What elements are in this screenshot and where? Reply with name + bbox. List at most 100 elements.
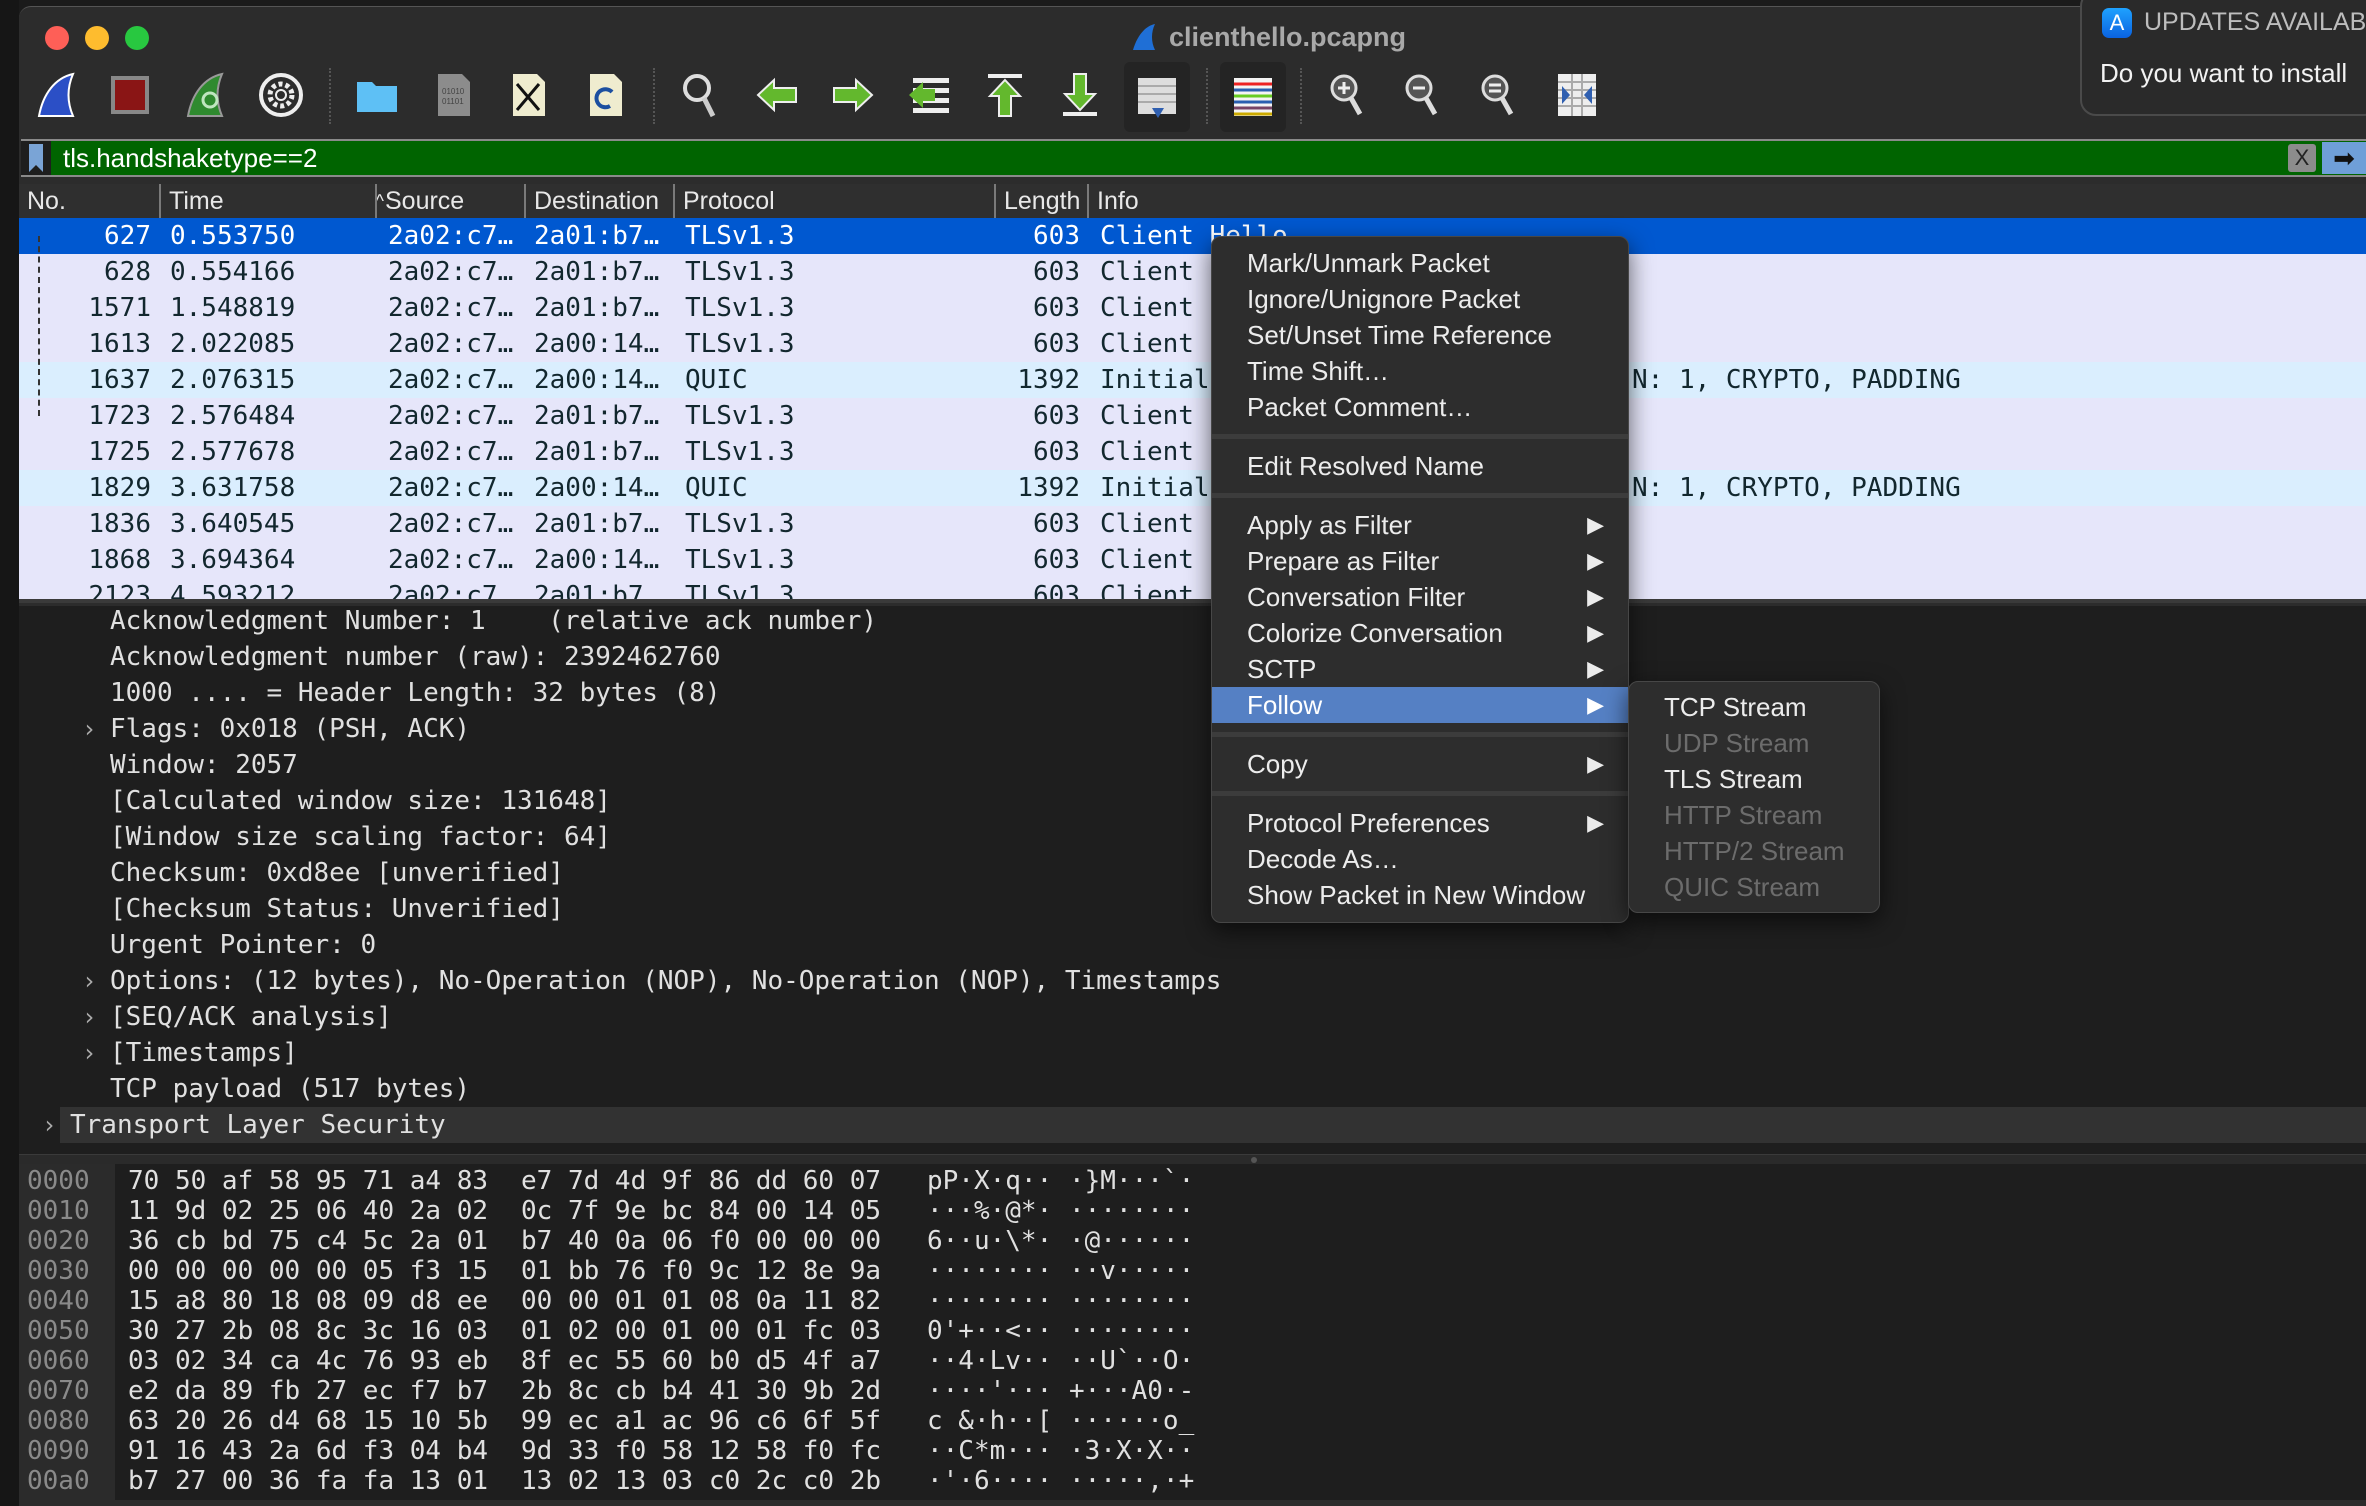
hex-ascii[interactable]: c &·h··[ <box>927 1406 1052 1436</box>
hex-bytes[interactable]: 9d 33 f0 58 12 58 f0 fc <box>521 1436 881 1466</box>
close-window-button[interactable] <box>45 26 69 50</box>
expand-arrow-icon[interactable]: › <box>82 1035 96 1071</box>
detail-line[interactable]: Acknowledgment number (raw): 2392462760 <box>110 639 720 675</box>
stop-capture-button[interactable] <box>103 68 157 122</box>
hex-offset[interactable]: 00a0 <box>27 1466 90 1496</box>
hex-ascii[interactable]: ·'·6···· <box>927 1466 1052 1496</box>
packet-row[interactable]: 1613 2.022085 2a02:c7… 2a00:14… TLSv1.3 603 Cl… <box>19 326 2366 362</box>
menu-item-conversation-filter[interactable]: Conversation Filter ▶ <box>1212 579 1628 615</box>
submenu-item-tls-stream[interactable]: TLS Stream <box>1629 761 1879 797</box>
go-to-packet-button[interactable] <box>903 68 957 122</box>
menu-item-edit-resolved-name[interactable]: Edit Resolved Name <box>1212 448 1628 484</box>
open-file-button[interactable] <box>350 68 404 122</box>
detail-line[interactable]: 1000 .... = Header Length: 32 bytes (8) <box>110 675 720 711</box>
hex-bytes[interactable]: e2 da 89 fb 27 ec f7 b7 <box>128 1376 488 1406</box>
hex-ascii[interactable]: ··4·Lv·· <box>927 1346 1052 1376</box>
hex-bytes[interactable]: 0c 7f 9e bc 84 00 14 05 <box>521 1196 881 1226</box>
hex-ascii[interactable]: ········ <box>927 1286 1052 1316</box>
capture-options-button[interactable] <box>254 68 308 122</box>
hex-ascii[interactable]: ········ <box>1069 1286 1194 1316</box>
hex-offset[interactable]: 0040 <box>27 1286 90 1316</box>
menu-item-protocol-preferences[interactable]: Protocol Preferences ▶ <box>1212 805 1628 841</box>
menu-item-set-unset-time-reference[interactable]: Set/Unset Time Reference <box>1212 317 1628 353</box>
packet-row[interactable]: 2123 4.593212 2a02:c7… 2a01:b7… TLSv1.3 603 Cl… <box>19 578 2366 599</box>
normal-size-button[interactable] <box>1473 68 1527 122</box>
hex-bytes[interactable]: 11 9d 02 25 06 40 2a 02 <box>128 1196 488 1226</box>
detail-line[interactable]: [SEQ/ACK analysis] <box>110 999 392 1035</box>
packet-bytes-pane[interactable]: 0000 70 50 af 58 95 71 a4 83 e7 7d 4d 9f 8… <box>19 1164 2366 1500</box>
hex-bytes[interactable]: b7 40 0a 06 f0 00 00 00 <box>521 1226 881 1256</box>
packet-details-pane[interactable]: Acknowledgment Number: 1 (relative ack n… <box>19 606 2366 1154</box>
packet-row[interactable]: 1571 1.548819 2a02:c7… 2a01:b7… TLSv1.3 603 Cl… <box>19 290 2366 326</box>
hex-ascii[interactable]: ·@······ <box>1069 1226 1194 1256</box>
packet-list[interactable]: 627 0.553750 2a02:c7… 2a01:b7… TLSv1.3 603 Cli… <box>19 218 2366 603</box>
detail-line[interactable]: Flags: 0x018 (PSH, ACK) <box>110 711 470 747</box>
hex-bytes[interactable]: 13 02 13 03 c0 2c c0 2b <box>521 1466 881 1496</box>
menu-item-show-packet-in-new-window[interactable]: Show Packet in New Window <box>1212 877 1628 913</box>
first-packet-button[interactable] <box>978 68 1032 122</box>
apply-filter-button[interactable]: ➡ <box>2322 142 2366 174</box>
hex-ascii[interactable]: 0'+··<·· <box>927 1316 1052 1346</box>
hex-offset[interactable]: 0060 <box>27 1346 90 1376</box>
hex-offset[interactable]: 0020 <box>27 1226 90 1256</box>
zoom-in-button[interactable] <box>1322 68 1376 122</box>
update-notification[interactable]: A UPDATES AVAILABL Do you want to instal… <box>2080 0 2366 116</box>
hex-offset[interactable]: 0030 <box>27 1256 90 1286</box>
column-header-protocol[interactable]: Protocol <box>673 184 775 218</box>
hex-bytes[interactable]: 36 cb bd 75 c4 5c 2a 01 <box>128 1226 488 1256</box>
hex-bytes[interactable]: 01 bb 76 f0 9c 12 8e 9a <box>521 1256 881 1286</box>
minimize-window-button[interactable] <box>85 26 109 50</box>
hex-offset[interactable]: 0090 <box>27 1436 90 1466</box>
hex-ascii[interactable]: pP·X·q·· <box>927 1166 1052 1196</box>
hex-ascii[interactable]: ···%·@*· <box>927 1196 1052 1226</box>
hex-bytes[interactable]: b7 27 00 36 fa fa 13 01 <box>128 1466 488 1496</box>
detail-line[interactable]: Options: (12 bytes), No-Operation (NOP),… <box>110 963 1221 999</box>
resize-columns-button[interactable] <box>1550 68 1604 122</box>
pane-splitter[interactable] <box>19 1154 2366 1164</box>
menu-item-prepare-as-filter[interactable]: Prepare as Filter ▶ <box>1212 543 1628 579</box>
detail-line[interactable]: Checksum: 0xd8ee [unverified] <box>110 855 564 891</box>
hex-ascii[interactable]: ·}M···`· <box>1069 1166 1194 1196</box>
hex-bytes[interactable]: 99 ec a1 ac 96 c6 6f 5f <box>521 1406 881 1436</box>
detail-line[interactable]: Acknowledgment Number: 1 (relative ack n… <box>110 606 877 639</box>
hex-offset[interactable]: 0050 <box>27 1316 90 1346</box>
detail-line[interactable]: [Timestamps] <box>110 1035 298 1071</box>
menu-item-follow[interactable]: Follow ▶ <box>1212 687 1628 723</box>
detail-line[interactable]: TCP payload (517 bytes) <box>110 1071 470 1107</box>
menu-item-decode-as[interactable]: Decode As… <box>1212 841 1628 877</box>
hex-offset[interactable]: 0070 <box>27 1376 90 1406</box>
hex-bytes[interactable]: e7 7d 4d 9f 86 dd 60 07 <box>521 1166 881 1196</box>
zoom-window-button[interactable] <box>125 26 149 50</box>
hex-offset[interactable]: 0000 <box>27 1166 90 1196</box>
hex-bytes[interactable]: 15 a8 80 18 08 09 d8 ee <box>128 1286 488 1316</box>
hex-bytes[interactable]: 03 02 34 ca 4c 76 93 eb <box>128 1346 488 1376</box>
go-forward-button[interactable] <box>826 68 880 122</box>
hex-ascii[interactable]: ········ <box>1069 1316 1194 1346</box>
detail-line[interactable]: [Window size scaling factor: 64] <box>110 819 611 855</box>
hex-bytes[interactable]: 63 20 26 d4 68 15 10 5b <box>128 1406 488 1436</box>
find-packet-button[interactable] <box>675 68 729 122</box>
hex-ascii[interactable]: ······o_ <box>1069 1406 1194 1436</box>
display-filter-input[interactable]: tls.handshaketype==2 <box>51 143 2288 174</box>
hex-offset[interactable]: 0010 <box>27 1196 90 1226</box>
hex-ascii[interactable]: ··v····· <box>1069 1256 1194 1286</box>
packet-row[interactable]: 1637 2.076315 2a02:c7… 2a00:14… QUIC 1392 Init… <box>19 362 2366 398</box>
menu-item-mark-unmark-packet[interactable]: Mark/Unmark Packet <box>1212 245 1628 281</box>
autoscroll-button[interactable] <box>1124 62 1190 132</box>
colorize-button[interactable] <box>1220 62 1286 132</box>
hex-ascii[interactable]: 6··u·\*· <box>927 1226 1052 1256</box>
column-header-no[interactable]: No. <box>19 184 66 218</box>
hex-ascii[interactable]: ········ <box>1069 1196 1194 1226</box>
detail-line[interactable]: Window: 2057 <box>110 747 298 783</box>
hex-ascii[interactable]: ··U`··O· <box>1069 1346 1194 1376</box>
hex-ascii[interactable]: ········ <box>927 1256 1052 1286</box>
zoom-out-button[interactable] <box>1397 68 1451 122</box>
splitter-handle[interactable] <box>1251 1157 1257 1163</box>
go-back-button[interactable] <box>750 68 804 122</box>
menu-item-packet-comment[interactable]: Packet Comment… <box>1212 389 1628 425</box>
packet-row[interactable]: 1725 2.577678 2a02:c7… 2a01:b7… TLSv1.3 603 Cl… <box>19 434 2366 470</box>
column-header-info[interactable]: Info <box>1087 184 1139 218</box>
detail-line[interactable]: Transport Layer Security <box>70 1107 446 1143</box>
clear-filter-button[interactable]: X <box>2288 144 2316 172</box>
hex-bytes[interactable]: 2b 8c cb b4 41 30 9b 2d <box>521 1376 881 1406</box>
